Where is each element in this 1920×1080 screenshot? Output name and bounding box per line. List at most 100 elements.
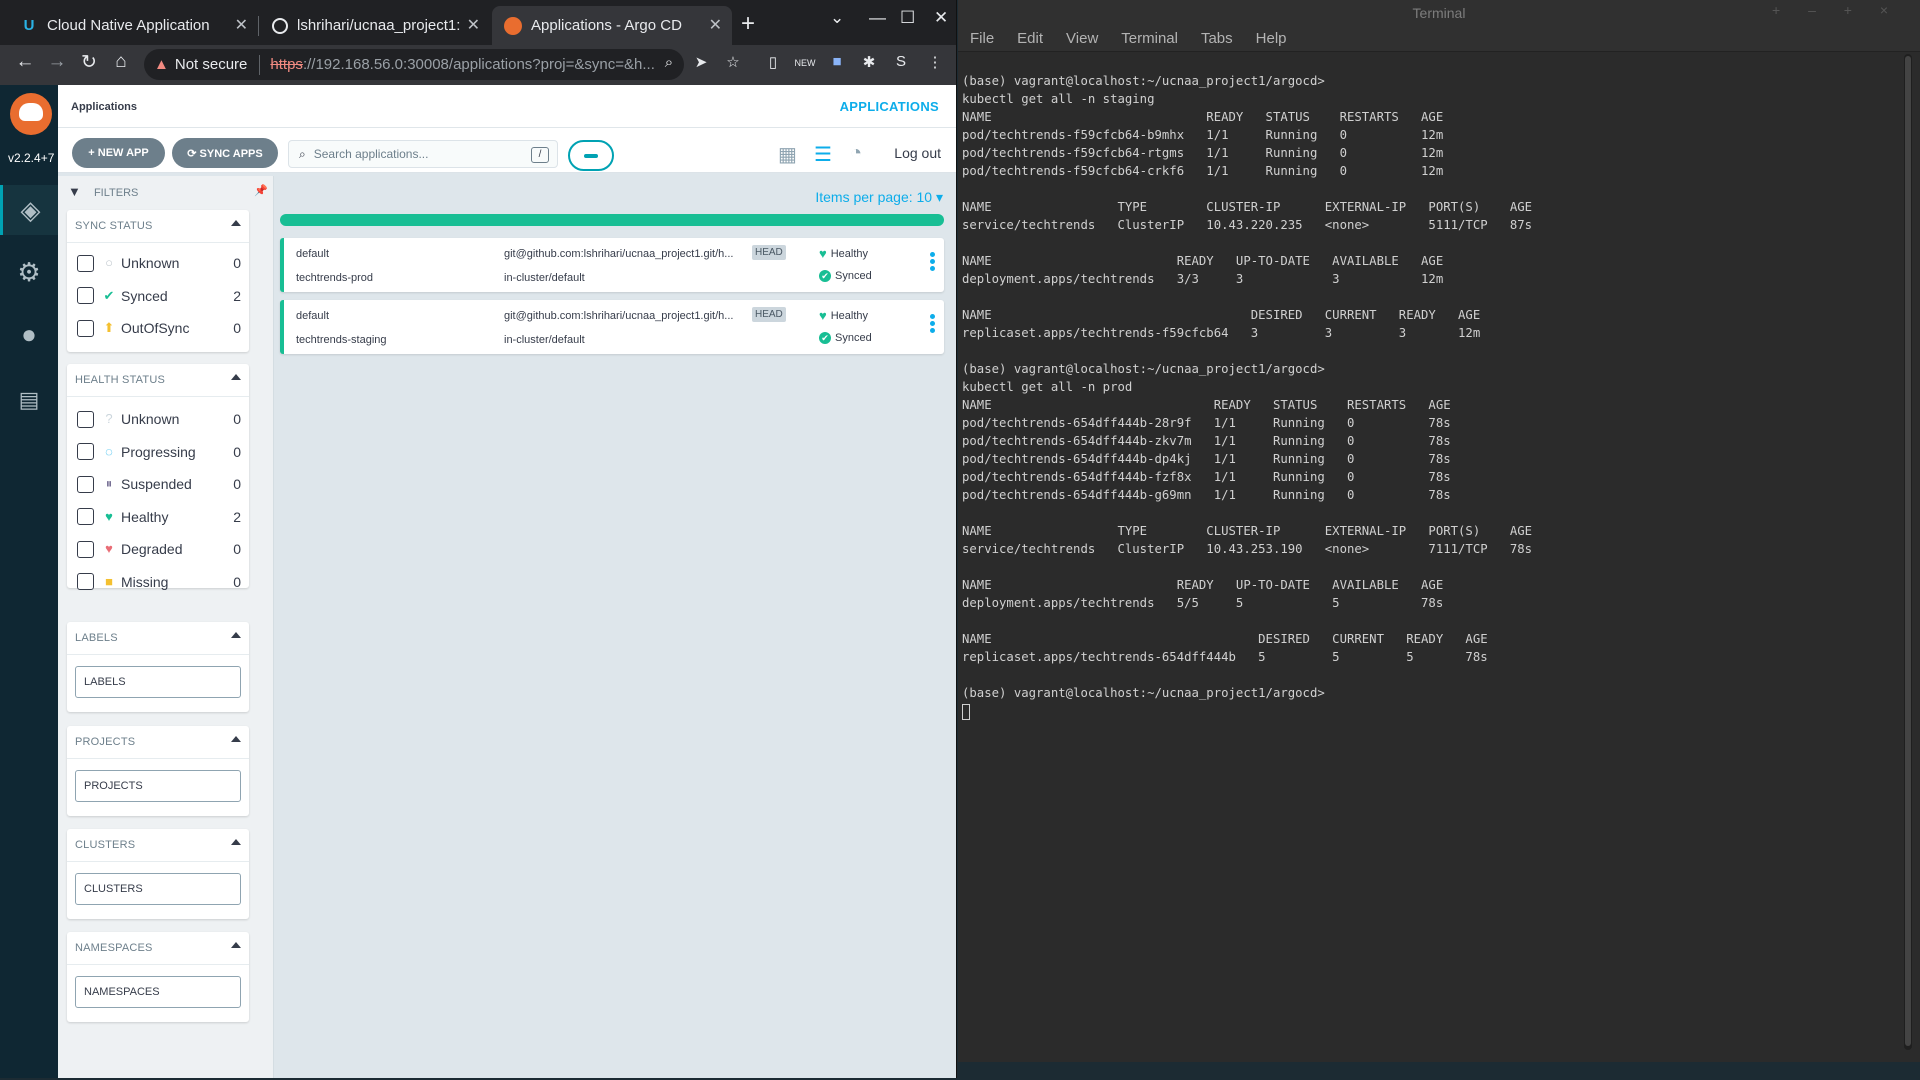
sync-apps-button[interactable]: ⟳ SYNC APPS (172, 138, 278, 168)
tab-argocd[interactable]: Applications - Argo CD ✕ (492, 6, 732, 45)
logout-link[interactable]: Log out (894, 145, 941, 161)
new-tab-icon[interactable]: + (741, 10, 755, 38)
search-input[interactable]: ⌕ Search applications... / (288, 140, 558, 168)
summary-pie-icon[interactable]: ◔ (850, 142, 862, 165)
warning-icon: ▲ (154, 56, 169, 73)
filter-option-unknown[interactable]: ? Unknown 0 (77, 408, 241, 430)
collapse-caret-icon[interactable] (231, 632, 241, 638)
close-tab-icon[interactable]: ✕ (235, 15, 248, 35)
app-row-techtrends-prod[interactable]: default techtrends-prod git@github.com:l… (280, 238, 944, 292)
filter-checkbox[interactable] (77, 475, 94, 493)
forward-icon[interactable]: → (44, 51, 70, 73)
synced-check-icon: ✔ (819, 270, 831, 282)
labels-input[interactable]: LABELS (75, 666, 241, 698)
list-view-icon[interactable]: ☰ (814, 142, 832, 167)
send-icon[interactable]: ➤ (690, 53, 712, 71)
app-sync-status: ✔ Synced (819, 332, 872, 344)
favorites-toggle[interactable] (568, 140, 614, 171)
degraded-status-icon: ♥ (105, 541, 113, 556)
projects-input[interactable]: PROJECTS (75, 770, 241, 802)
filter-checkbox[interactable] (77, 540, 94, 558)
menu-kebab-icon[interactable]: ⋮ (924, 53, 946, 71)
terminal-line: pod/techtrends-654dff444b-fzf8x 1/1 Runn… (962, 470, 1451, 484)
menu-help[interactable]: Help (1256, 30, 1287, 47)
documentation-icon[interactable]: ▤ (0, 375, 58, 425)
menu-view[interactable]: View (1066, 30, 1098, 47)
filter-option-missing[interactable]: ■ Missing 0 (77, 571, 241, 593)
pin-icon[interactable]: 📌 (254, 184, 268, 197)
menu-file[interactable]: File (970, 30, 994, 47)
labels-filter: LABELS LABELS (67, 622, 249, 712)
address-bar[interactable]: ▲ Not secure https ://192.168.56.0:30008… (144, 49, 684, 80)
tab-cloud-native[interactable]: U Cloud Native Application ✕ (8, 6, 258, 45)
tab-search-icon[interactable]: ⌄ (830, 8, 844, 28)
tiles-view-icon[interactable]: ▦ (778, 142, 797, 167)
back-icon[interactable]: ← (12, 51, 38, 73)
filter-option-synced[interactable]: ✔ Synced 2 (77, 285, 241, 307)
applications-nav-icon[interactable]: ◈ (0, 185, 58, 235)
terminal-line: service/techtrends ClusterIP 10.43.220.2… (962, 218, 1533, 232)
settings-gear-icon[interactable]: ⚙ (0, 247, 58, 297)
terminal-line: (base) vagrant@localhost:~/ucnaa_project… (962, 686, 1325, 700)
terminal-line: NAME DESIRED CURRENT READY AGE (962, 632, 1488, 646)
filter-checkbox[interactable] (77, 573, 94, 590)
profile-avatar[interactable]: S (890, 53, 912, 70)
app-actions-menu-icon[interactable] (930, 314, 936, 338)
filter-option-degraded[interactable]: ♥ Degraded 0 (77, 538, 241, 560)
zoom-icon[interactable]: ⌕ (658, 54, 680, 71)
url-text: ://192.168.56.0:30008/applications?proj=… (302, 56, 655, 73)
collapse-caret-icon[interactable] (231, 839, 241, 845)
tab-github[interactable]: lshrihari/ucnaa_project1: ✕ (260, 6, 490, 45)
save-extension-icon[interactable]: ■ (826, 53, 848, 70)
bookmark-icon[interactable]: ▯ (762, 53, 784, 71)
extensions-puzzle-icon[interactable]: ✱ (858, 53, 880, 71)
filter-checkbox[interactable] (77, 443, 94, 460)
app-row-techtrends-staging[interactable]: default techtrends-staging git@github.co… (280, 300, 944, 354)
new-app-button[interactable]: + NEW APP (72, 138, 165, 168)
terminal-scrollbar[interactable] (1904, 54, 1912, 1050)
breadcrumb[interactable]: Applications (71, 101, 137, 113)
filter-option-count: 0 (233, 255, 241, 271)
filter-checkbox[interactable] (77, 319, 94, 337)
reload-icon[interactable]: ↻ (76, 51, 102, 74)
argocd-logo[interactable] (10, 93, 52, 135)
bookmark-star-icon[interactable]: ☆ (722, 53, 744, 71)
extension-new-icon[interactable]: NEW (794, 58, 816, 68)
terminal-output[interactable]: (base) vagrant@localhost:~/ucnaa_project… (962, 72, 1892, 1062)
filter-option-healthy[interactable]: ♥ Healthy 2 (77, 506, 241, 528)
filter-option-count: 0 (233, 443, 241, 460)
namespaces-input[interactable]: NAMESPACES (75, 976, 241, 1008)
app-actions-menu-icon[interactable] (930, 252, 936, 276)
minimize-icon[interactable]: — (869, 8, 886, 28)
filter-option-outofsync[interactable]: ⬆ OutOfSync 0 (77, 317, 241, 339)
close-window-icon[interactable]: ✕ (934, 8, 948, 28)
app-revision-badge: HEAD (752, 307, 786, 322)
filter-option-suspended[interactable]: ⏸ Suspended 0 (77, 473, 241, 495)
filter-checkbox[interactable] (77, 410, 94, 428)
menu-terminal[interactable]: Terminal (1121, 30, 1178, 47)
filter-option-count: 2 (233, 508, 241, 525)
menu-tabs[interactable]: Tabs (1201, 30, 1233, 47)
filter-checkbox[interactable] (77, 287, 94, 304)
home-icon[interactable]: ⌂ (108, 51, 134, 73)
filter-checkbox[interactable] (77, 254, 94, 272)
collapse-caret-icon[interactable] (231, 374, 241, 380)
close-tab-icon[interactable]: ✕ (709, 15, 722, 35)
close-tab-icon[interactable]: ✕ (467, 15, 480, 35)
collapse-caret-icon[interactable] (231, 220, 241, 226)
items-per-page-select[interactable]: Items per page: 10 ▾ (815, 189, 943, 206)
filter-checkbox[interactable] (77, 508, 94, 525)
filter-option-unknown[interactable]: ○ Unknown 0 (77, 252, 241, 274)
healthy-heart-icon: ♥ (819, 308, 827, 323)
user-info-icon[interactable]: ● (0, 309, 58, 359)
health-status-filter: HEALTH STATUS ? Unknown 0 ◌ Progressing 0 ⏸ Sus… (67, 364, 249, 590)
menu-edit[interactable]: Edit (1017, 30, 1043, 47)
terminal-line: NAME READY STATUS RESTARTS AGE (962, 398, 1451, 412)
filter-option-progressing[interactable]: ◌ Progressing 0 (77, 441, 241, 463)
maximize-icon[interactable]: ☐ (900, 8, 915, 28)
collapse-caret-icon[interactable] (231, 942, 241, 948)
terminal-window-controls[interactable]: + – + × (1772, 2, 1900, 18)
clusters-input[interactable]: CLUSTERS (75, 873, 241, 905)
collapse-caret-icon[interactable] (231, 736, 241, 742)
